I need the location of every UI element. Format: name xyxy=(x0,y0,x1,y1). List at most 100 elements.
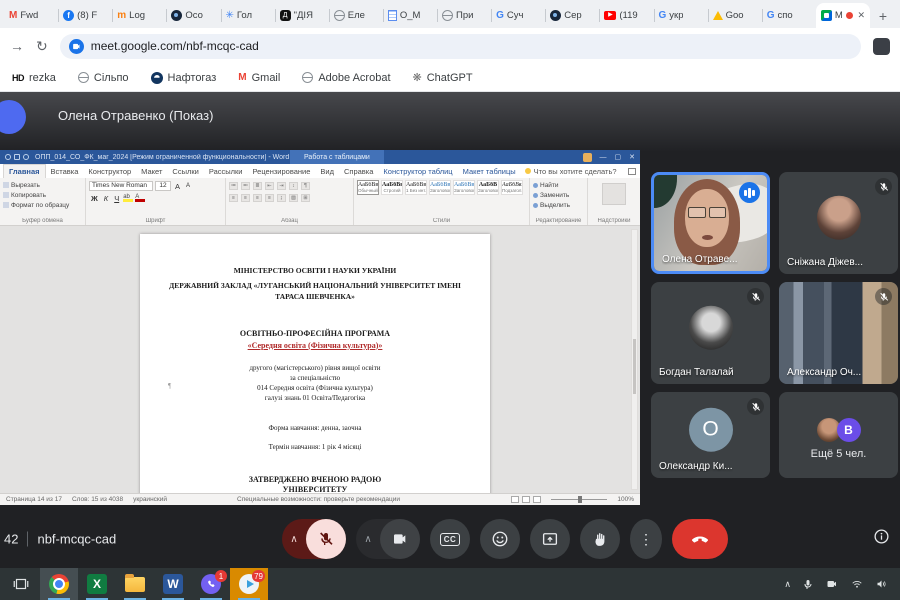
align-right-button[interactable]: ≡ xyxy=(253,194,262,202)
decrease-indent-button[interactable]: ⇤ xyxy=(265,182,274,190)
grow-font-icon[interactable]: А xyxy=(173,182,182,191)
select-button[interactable]: Выделить xyxy=(533,200,584,210)
bookmark-naftogaz[interactable]: Нафтогаз xyxy=(151,72,217,84)
tab-google-1[interactable]: GСуч xyxy=(491,3,545,28)
pilcrow-button[interactable]: ¶ xyxy=(301,182,310,190)
vertical-scrollbar[interactable] xyxy=(631,229,638,490)
tab-ser[interactable]: Сер xyxy=(545,3,599,28)
tab-diia[interactable]: Д"ДІЯ xyxy=(275,3,329,28)
tile-snizhana[interactable]: Сніжана Діжев... xyxy=(779,172,898,274)
style-normal[interactable]: АаБбВвГгОбычный xyxy=(357,180,379,195)
align-center-button[interactable]: ≡ xyxy=(241,194,250,202)
camera-icon[interactable] xyxy=(380,519,420,559)
ribbon-tab-review[interactable]: Рецензирование xyxy=(247,165,315,178)
present-button[interactable] xyxy=(530,519,570,559)
taskbar-excel[interactable]: X xyxy=(78,568,116,600)
zoom-level[interactable]: 100% xyxy=(617,496,634,503)
task-view-button[interactable] xyxy=(2,568,40,600)
print-layout-icon[interactable] xyxy=(522,496,530,503)
new-tab-button[interactable]: + xyxy=(870,3,896,28)
style-heading2[interactable]: АаБбВвЗаголовок... xyxy=(453,180,475,195)
bookmark-silpo[interactable]: Сільпо xyxy=(78,72,129,84)
account-avatar[interactable] xyxy=(583,153,592,162)
tray-mic-icon[interactable] xyxy=(802,578,814,591)
captions-button[interactable]: CC xyxy=(430,519,470,559)
ribbon-tab-references[interactable]: Ссылки xyxy=(167,165,203,178)
justify-button[interactable]: ≡ xyxy=(265,194,274,202)
tab-youtube[interactable]: ▶(119 xyxy=(599,3,653,28)
tab-google-2[interactable]: Gукр xyxy=(654,3,708,28)
tab-meet-active[interactable]: M ✕ xyxy=(816,3,870,28)
align-left-button[interactable]: ≡ xyxy=(229,194,238,202)
ribbon-tab-view[interactable]: Вид xyxy=(315,165,339,178)
copy-button[interactable]: Копировать xyxy=(3,190,82,200)
reactions-button[interactable] xyxy=(480,519,520,559)
tab-facebook[interactable]: f(8) F xyxy=(58,3,112,28)
mic-button[interactable]: ∧ xyxy=(282,519,346,559)
find-button[interactable]: Найти xyxy=(533,180,584,190)
replace-button[interactable]: Заменить xyxy=(533,190,584,200)
highlight-button[interactable]: ab xyxy=(123,194,133,202)
more-options-button[interactable]: ⋮ xyxy=(630,519,662,559)
font-color-button[interactable]: А xyxy=(135,194,145,202)
style-no-spacing[interactable]: АаБбВвГг1 Без инт... xyxy=(405,180,427,195)
tray-wifi-icon[interactable] xyxy=(850,578,864,590)
shrink-font-icon[interactable]: А xyxy=(184,183,192,189)
word-count[interactable]: Слов: 15 из 4038 xyxy=(72,496,123,503)
numbering-button[interactable]: ≕ xyxy=(241,182,250,190)
tray-volume-icon[interactable] xyxy=(875,578,888,590)
tab-close-icon[interactable]: ✕ xyxy=(857,10,865,21)
bold-button[interactable]: Ж xyxy=(89,194,100,203)
page-indicator[interactable]: Страница 14 из 17 xyxy=(6,496,62,503)
ribbon-tab-home[interactable]: Главная xyxy=(3,164,46,178)
ribbon-tab-table-design[interactable]: Конструктор таблиц xyxy=(378,165,457,178)
comments-icon[interactable] xyxy=(628,168,636,175)
line-spacing-button[interactable]: ↨ xyxy=(277,194,286,202)
mic-options-chevron-icon[interactable]: ∧ xyxy=(282,534,306,545)
font-name-select[interactable]: Times New Roman xyxy=(89,181,153,191)
style-heading1[interactable]: АаБбВвЗаголовок... xyxy=(429,180,451,195)
read-mode-icon[interactable] xyxy=(511,496,519,503)
close-icon[interactable]: ✕ xyxy=(629,153,635,161)
style-heading3[interactable]: АаБбВЗаголовок... xyxy=(477,180,499,195)
taskbar-chrome[interactable] xyxy=(40,568,78,600)
tile-more-participants[interactable]: В Ещё 5 чел. xyxy=(779,392,898,478)
ribbon-tab-table-layout[interactable]: Макет таблицы xyxy=(458,165,521,178)
zoom-slider[interactable] xyxy=(551,499,607,500)
font-size-select[interactable]: 12 xyxy=(155,181,171,191)
taskbar-viber[interactable]: 1 xyxy=(192,568,230,600)
tab-moodle[interactable]: mLog xyxy=(112,3,166,28)
document-canvas[interactable]: МІНІСТЕРСТВО ОСВІТИ І НАУКИ УКРАЇНИ ДЕРЖ… xyxy=(0,226,640,493)
forward-icon[interactable]: → xyxy=(10,38,24,54)
raise-hand-button[interactable] xyxy=(580,519,620,559)
ribbon-tab-mailings[interactable]: Рассылки xyxy=(204,165,248,178)
tell-me-box[interactable]: Что вы хотите сделать? xyxy=(525,167,617,176)
tab-google-3[interactable]: Gспо xyxy=(762,3,816,28)
tab-ele[interactable]: Еле xyxy=(329,3,383,28)
bookmark-rezka[interactable]: HDrezka xyxy=(12,72,56,84)
cut-button[interactable]: Вырезать xyxy=(3,180,82,190)
bookmark-gmail[interactable]: MGmail xyxy=(238,72,280,84)
increase-indent-button[interactable]: ⇥ xyxy=(277,182,286,190)
bookmark-chatgpt[interactable]: ❋ChatGPT xyxy=(413,71,473,84)
ribbon-tab-insert[interactable]: Вставка xyxy=(46,165,84,178)
addins-button[interactable] xyxy=(602,183,626,205)
format-painter-button[interactable]: Формат по образцу xyxy=(3,200,82,210)
reload-icon[interactable]: ↻ xyxy=(36,38,48,55)
meeting-details-button[interactable] xyxy=(873,528,890,550)
quick-access-toolbar[interactable] xyxy=(5,154,29,160)
tile-oleksandr-k[interactable]: О Олександр Ки... xyxy=(651,392,770,478)
ribbon-tab-help[interactable]: Справка xyxy=(339,165,378,178)
taskbar-messenger[interactable]: 79 xyxy=(230,568,268,600)
sort-button[interactable]: ↕ xyxy=(289,182,298,190)
mic-off-icon[interactable] xyxy=(306,519,346,559)
language-indicator[interactable]: украинский xyxy=(133,496,167,503)
bullets-button[interactable]: ≔ xyxy=(229,182,238,190)
minimize-icon[interactable]: — xyxy=(600,154,607,161)
camera-permission-icon[interactable] xyxy=(69,39,84,54)
tab-oso[interactable]: Осо xyxy=(166,3,220,28)
tab-drive[interactable]: Goo xyxy=(708,3,762,28)
multilevel-button[interactable]: ≣ xyxy=(253,182,262,190)
taskbar-word[interactable]: W xyxy=(154,568,192,600)
address-bar[interactable]: meet.google.com/nbf-mcqc-cad xyxy=(60,34,861,59)
